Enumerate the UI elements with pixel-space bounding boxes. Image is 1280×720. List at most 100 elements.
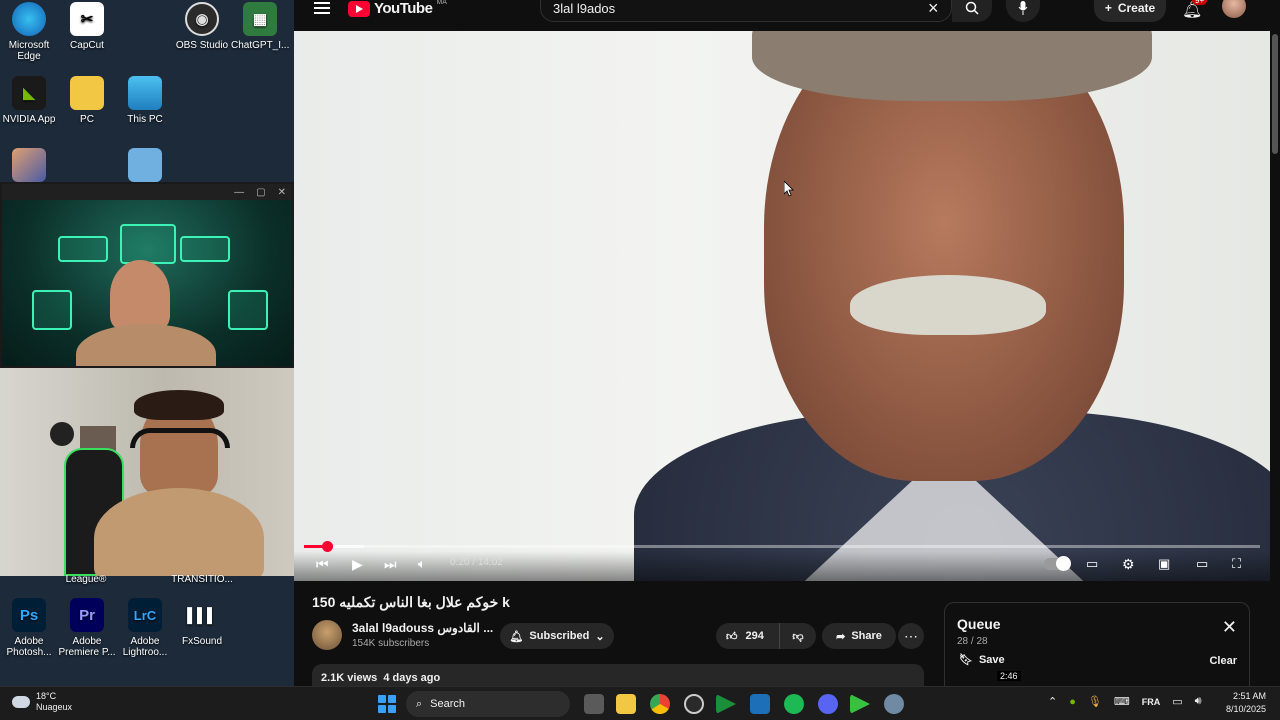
desktop-icon-lightroom[interactable]: LrC Adobe Lightroo... [116,598,174,658]
weather-widget[interactable]: 18°C Nuageux [12,691,72,713]
desktop-icon-premiere[interactable]: Pr Adobe Premiere P... [58,598,116,658]
next-button[interactable]: ⏭ [384,555,397,573]
desktop-icon-obs[interactable]: ◉ OBS Studio [173,2,231,51]
desktop-area: Microsoft Edge ✂ CapCut ◉ OBS Studio ▦ C… [0,0,294,686]
webcam-window-1[interactable]: — ▢ ✕ [0,182,294,368]
webcam-window-titlebar[interactable]: — ▢ ✕ [2,184,292,200]
headphones [130,428,230,448]
like-button[interactable]: 👍︎ 294 [716,623,780,649]
description-box[interactable]: 2.1K views 4 days ago [312,664,924,686]
desktop-icon-capcut[interactable]: ✂ CapCut [58,2,116,51]
desktop-icon-label: FxSound [181,636,223,647]
account-avatar[interactable] [1222,0,1246,18]
youtube-logo[interactable]: YouTube MA [348,0,447,17]
video-subject-cap [752,31,1152,101]
desktop-icon-transition[interactable]: TRANSITIO... [168,574,236,585]
desktop-icon-photoshop[interactable]: Ps Adobe Photosh... [0,598,58,658]
webcam-scene-1 [2,200,292,366]
play-app-icon[interactable] [716,694,736,714]
miniplayer-icon[interactable]: ▣ [1158,555,1170,573]
hamburger-menu-icon[interactable] [314,2,330,16]
maximize-icon[interactable]: ▢ [256,187,265,198]
desktop-icon-league[interactable]: League® [57,574,115,585]
desktop-icon-app[interactable] [116,148,174,186]
photoshop-icon: Ps [12,598,46,632]
bell-icon: 🔔︎ [509,630,524,643]
queue-item-duration: 2:46 [997,671,1021,681]
search-input[interactable]: 3lal l9ados [540,0,952,22]
voice-search-button[interactable] [1006,0,1040,22]
keyboard-icon[interactable]: ⌨ [1114,695,1130,708]
video-player[interactable]: ⏮ ▶ ⏭ 🔈︎ 0:20 / 14:02 ▭ ⚙ ▣ ▭ ⛶ [294,31,1270,581]
taskbar-search[interactable]: ⌕ Search [406,691,570,717]
clear-search-icon[interactable]: × [928,0,939,17]
taskbar-clock[interactable]: 2:51 AM 8/10/2025 [1226,690,1266,716]
desktop-icon-edge[interactable]: Microsoft Edge [0,2,58,62]
cloud-icon [12,696,30,708]
play-button[interactable]: ▶ [352,555,363,573]
subtitles-icon[interactable]: ▭ [1086,555,1098,573]
language-indicator[interactable]: FRA [1142,697,1161,707]
autoplay-toggle[interactable] [1044,556,1071,571]
dislike-button[interactable]: 👎︎ [780,623,816,649]
volume-icon[interactable]: 🔈︎ [418,555,426,573]
edge-icon [12,2,46,36]
previous-button[interactable]: ⏮ [316,555,329,573]
desktop-icon-label: League® [65,574,107,585]
search-button[interactable] [952,0,992,22]
neon-sign [180,236,230,262]
desktop-icon-fxsound[interactable]: ▌▌▌ FxSound [173,598,231,648]
desktop-icon-game[interactable] [0,148,58,186]
microphone-icon[interactable]: 🎙︎ [1088,695,1102,708]
video-subject-mustache [850,275,1046,335]
fxsound-icon: ▌▌▌ [187,606,217,623]
neon-robot-sign [120,224,176,264]
obs-taskbar-icon[interactable] [684,694,704,714]
more-actions-button[interactable]: ⋯ [898,623,924,649]
chevron-up-icon[interactable]: ⌃ [1048,695,1057,708]
page-scrollbar[interactable] [1272,34,1278,154]
taskbar-search-placeholder: Search [430,698,466,710]
channel-name[interactable]: 3alal l9adouss القادوس ... [352,621,493,635]
views-and-date: 2.1K views 4 days ago [321,672,441,684]
desktop-icon-nvidia[interactable]: ◣ NVIDIA App [0,76,58,125]
close-icon[interactable]: ✕ [1222,618,1237,636]
settings-gear-icon[interactable] [884,694,904,714]
channel-avatar[interactable] [312,620,342,650]
settings-gear-icon[interactable]: ⚙ [1122,555,1135,573]
subscribed-button[interactable]: 🔔︎ Subscribed ⌄ [500,623,614,649]
person-hair [134,390,224,420]
desktop-icon-this-pc[interactable]: This PC [116,76,174,125]
create-button[interactable]: + Create [1094,0,1166,22]
queue-clear-button[interactable]: Clear [1209,655,1237,667]
minimize-icon[interactable]: — [234,187,244,198]
discord-icon[interactable] [818,694,838,714]
desktop-icon-chatgpt[interactable]: ▦ ChatGPT_I... [231,2,289,51]
close-icon[interactable]: ✕ [278,187,286,198]
video-title: 150 خوكم علال بغا الناس تكمليه k [312,594,510,610]
webcam-window-2[interactable] [0,368,294,576]
thumbs-down-icon: 👎︎ [792,630,804,643]
desktop-icon-pc-folder[interactable]: PC [58,76,116,125]
subscribed-label: Subscribed [529,630,590,642]
progress-bar[interactable] [304,541,1260,552]
queue-save-label: Save [978,653,1005,666]
play-app-icon[interactable] [850,694,870,714]
start-button[interactable] [378,695,396,713]
queue-save-button[interactable]: 🔖︎ Save [959,653,1005,667]
folder-icon [70,76,104,110]
chrome-icon[interactable] [650,694,670,714]
nvidia-icon: ◣ [12,76,46,110]
app-icon[interactable] [750,694,770,714]
clock-time: 2:51 AM [1232,691,1266,701]
theater-mode-icon[interactable]: ▭ [1196,555,1208,573]
fullscreen-icon[interactable]: ⛶ [1232,555,1241,573]
volume-icon[interactable]: 🔊︎ [1195,695,1202,708]
nvidia-tray-icon[interactable]: ● [1069,696,1076,708]
network-icon[interactable]: ▭ [1172,695,1182,708]
spotify-icon[interactable] [784,694,804,714]
task-view-icon[interactable] [584,694,604,714]
wall-clock [50,422,74,446]
file-explorer-icon[interactable] [616,694,636,714]
share-button[interactable]: ➦ Share [822,623,896,649]
